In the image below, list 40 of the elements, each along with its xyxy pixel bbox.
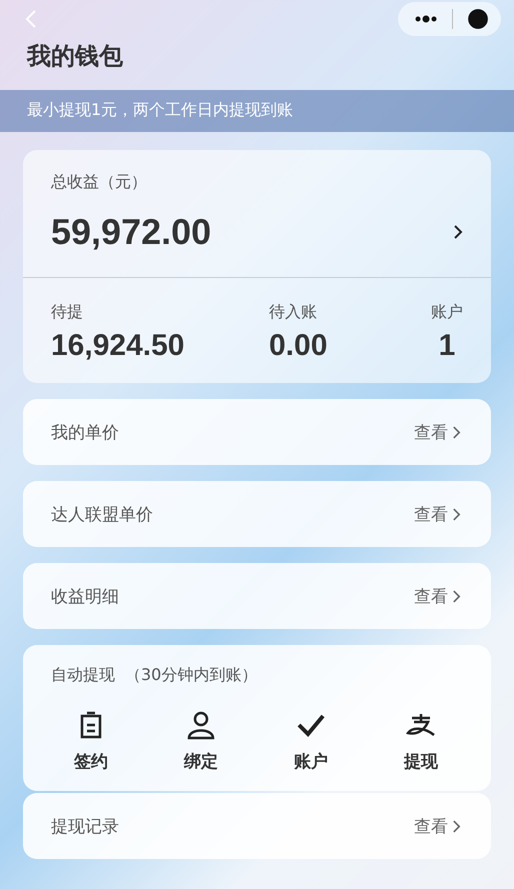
action-label: 签约 <box>74 751 108 773</box>
action-label: 提现 <box>404 751 438 773</box>
row-label: 我的单价 <box>51 422 119 444</box>
auto-withdraw-title: 自动提现 <box>51 665 115 686</box>
row-label: 达人联盟单价 <box>51 504 153 526</box>
action-label: 绑定 <box>184 751 218 773</box>
row-label: 提现记录 <box>51 816 119 838</box>
notice-text: 最小提现1元，两个工作日内提现到账 <box>27 100 294 119</box>
stat-value: 1 <box>438 329 456 363</box>
action-button[interactable]: 绑定 <box>171 710 231 773</box>
auto-withdraw-note: （30分钟内到账） <box>125 665 258 686</box>
stat-label: 账户 <box>431 302 463 323</box>
chevron-icon <box>452 506 461 522</box>
action-label: 账户 <box>294 751 328 773</box>
total-label: 总收益（元） <box>50 172 148 193</box>
view-link[interactable]: 查看 <box>414 420 461 444</box>
clipboard-icon <box>79 710 103 740</box>
action-button[interactable]: 提现 <box>391 710 451 773</box>
menu-row[interactable]: 我的单价 查看 <box>23 399 491 465</box>
page-title: 我的钱包 <box>27 41 124 72</box>
chevron-icon[interactable] <box>453 224 463 240</box>
row-label: 收益明细 <box>51 586 119 608</box>
person-icon <box>187 710 215 740</box>
total-amount: 59,972.00 <box>51 211 212 253</box>
chevron-icon <box>452 588 461 604</box>
menu-row[interactable]: 收益明细 查看 <box>23 563 491 629</box>
chevron-icon <box>452 424 461 440</box>
menu-row[interactable]: 达人联盟单价 查看 <box>23 481 491 547</box>
action-button[interactable]: 账户 <box>281 710 341 773</box>
action-button[interactable]: 签约 <box>61 710 121 773</box>
stat-label: 待提 <box>51 302 84 323</box>
view-link[interactable]: 查看 <box>414 814 461 838</box>
view-link[interactable]: 查看 <box>414 584 461 608</box>
view-link[interactable]: 查看 <box>414 502 461 526</box>
stat-label: 待入账 <box>269 302 318 323</box>
stat-value: 16,924.50 <box>51 329 186 363</box>
menu-row[interactable]: 提现记录 查看 <box>23 793 491 859</box>
more-icon[interactable] <box>414 15 438 23</box>
chevron-icon <box>452 818 461 834</box>
stat-value: 0.00 <box>269 329 328 363</box>
